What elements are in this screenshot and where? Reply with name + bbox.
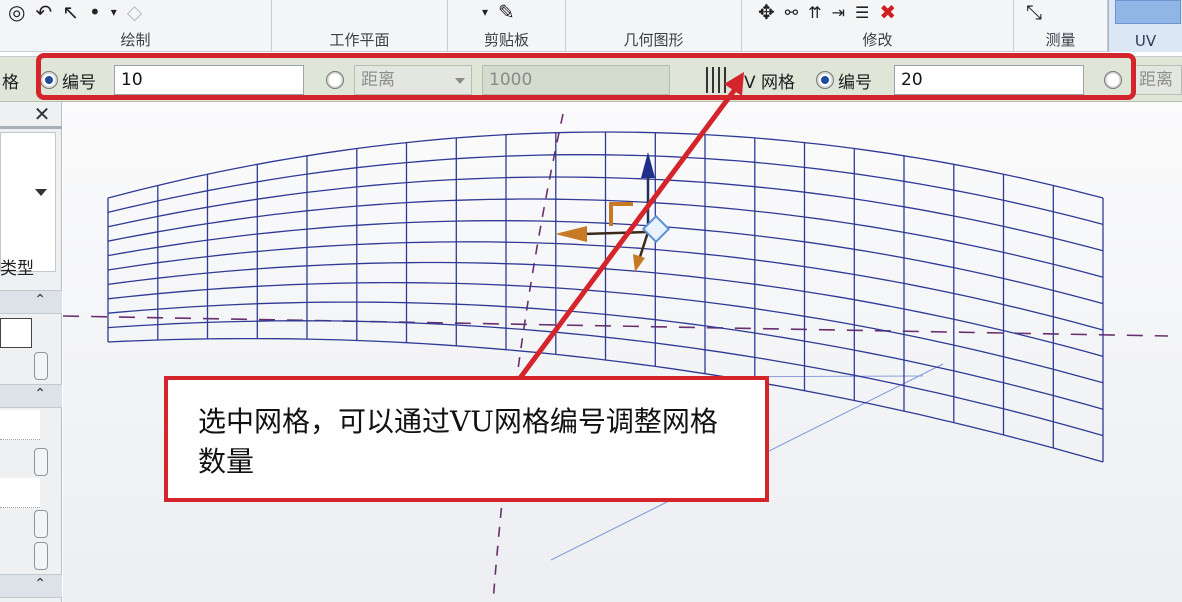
annotation-arrow-shaft xyxy=(517,86,739,380)
options-bar-highlight xyxy=(36,53,1136,100)
